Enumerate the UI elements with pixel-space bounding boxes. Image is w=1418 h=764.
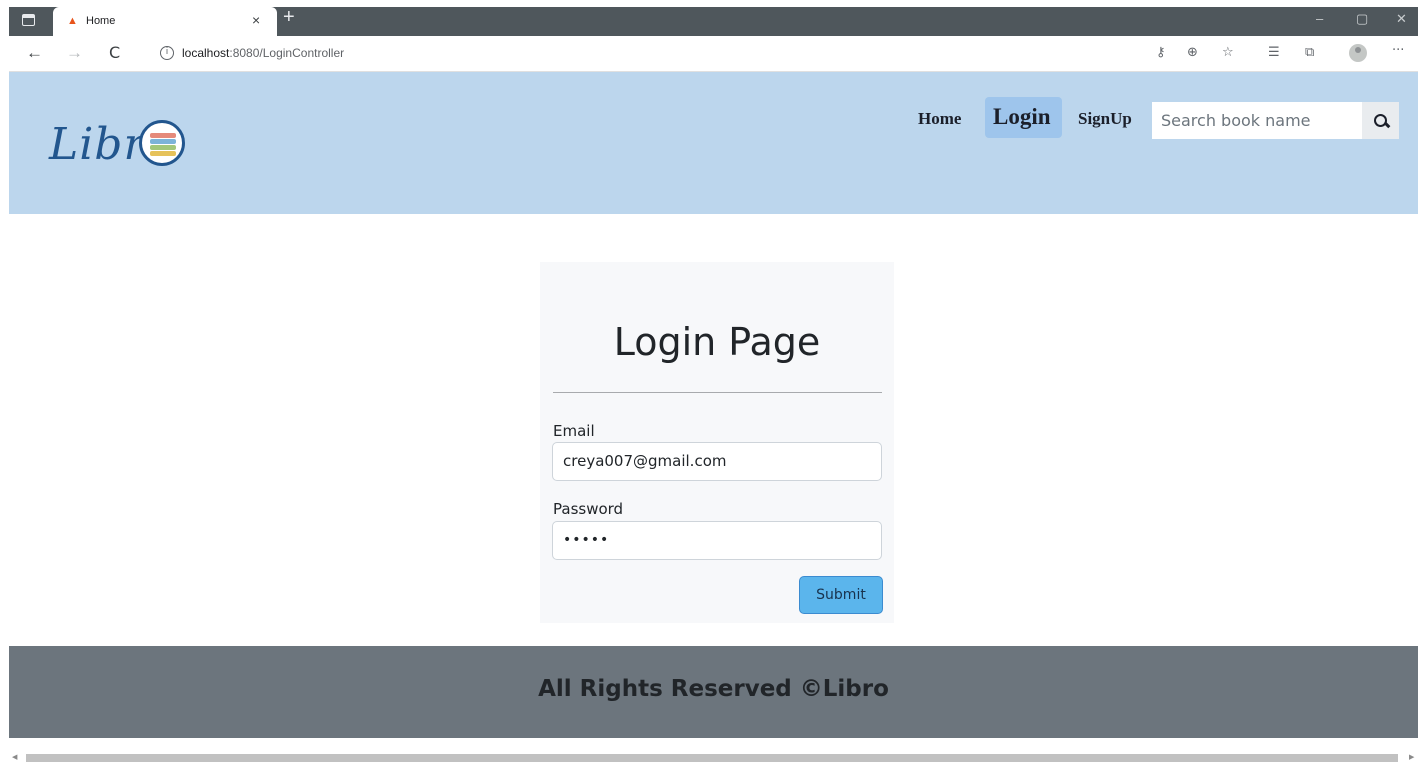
browser-titlebar: ▲ Home × + – ▢ ✕ xyxy=(0,0,1418,36)
password-label: Password xyxy=(553,500,624,518)
nav-signup-link[interactable]: SignUp xyxy=(1078,109,1132,129)
flame-favicon-icon: ▲ xyxy=(67,15,78,27)
tab-actions-icon[interactable] xyxy=(22,14,35,26)
more-icon[interactable]: ··· xyxy=(1392,44,1404,58)
restore-button[interactable]: ▢ xyxy=(1356,12,1368,26)
site-logo[interactable]: Libr xyxy=(49,116,146,176)
reload-button[interactable]: C xyxy=(109,44,120,62)
browser-tab-home[interactable]: ▲ Home × xyxy=(53,7,277,36)
zoom-icon[interactable]: ⊕ xyxy=(1187,46,1198,60)
page-title: Login Page xyxy=(613,320,821,364)
book-stripe xyxy=(150,151,176,156)
site-header: Libr Home Login SignUp xyxy=(9,72,1418,214)
search-icon xyxy=(1373,113,1388,128)
horizontal-scrollbar[interactable]: ◀ ▶ xyxy=(9,752,1418,764)
email-field[interactable]: creya007@gmail.com xyxy=(552,442,882,481)
title-divider xyxy=(553,392,882,393)
url-field[interactable]: i localhost:8080/LoginController xyxy=(141,39,1397,67)
password-field[interactable]: ••••• xyxy=(552,521,882,560)
url-path: :8080/LoginController xyxy=(229,46,345,60)
login-card: Login Page Email creya007@gmail.com Pass… xyxy=(540,262,894,623)
key-icon[interactable]: ⚷ xyxy=(1156,46,1166,60)
footer-copyright: All Rights Reserved ©Libro xyxy=(538,676,889,702)
url-host: localhost xyxy=(182,46,230,60)
favorite-icon[interactable]: ☆ xyxy=(1222,46,1234,60)
scroll-left-icon[interactable]: ◀ xyxy=(12,754,17,762)
site-footer: All Rights Reserved ©Libro xyxy=(9,646,1418,738)
nav-login-link[interactable]: Login xyxy=(993,104,1051,130)
address-bar: ← → C i localhost:8080/LoginController ⚷… xyxy=(9,36,1418,72)
scrollbar-thumb[interactable] xyxy=(26,754,1398,762)
book-stripe xyxy=(150,145,176,150)
scroll-right-icon[interactable]: ▶ xyxy=(1409,754,1414,762)
book-stripe xyxy=(150,133,176,138)
forward-button[interactable]: → xyxy=(66,44,83,62)
new-tab-button[interactable]: + xyxy=(283,7,295,27)
info-icon[interactable]: i xyxy=(160,46,174,60)
search-input[interactable] xyxy=(1152,102,1362,139)
collections-icon[interactable]: ⧉ xyxy=(1305,46,1314,60)
profile-icon[interactable] xyxy=(1349,44,1367,62)
search-button[interactable] xyxy=(1362,102,1399,139)
minimize-button[interactable]: – xyxy=(1316,12,1323,26)
tab-close-icon[interactable]: × xyxy=(252,12,260,28)
favorites-list-icon[interactable]: ☰ xyxy=(1268,46,1280,60)
email-label: Email xyxy=(553,422,595,440)
books-logo-icon xyxy=(139,120,185,166)
submit-button[interactable]: Submit xyxy=(799,576,883,614)
book-stripe xyxy=(150,139,176,144)
back-button[interactable]: ← xyxy=(26,44,43,62)
close-window-button[interactable]: ✕ xyxy=(1396,12,1407,26)
nav-home-link[interactable]: Home xyxy=(918,109,961,129)
tab-title: Home xyxy=(86,15,116,27)
url-text[interactable]: localhost:8080/LoginController xyxy=(182,46,344,60)
